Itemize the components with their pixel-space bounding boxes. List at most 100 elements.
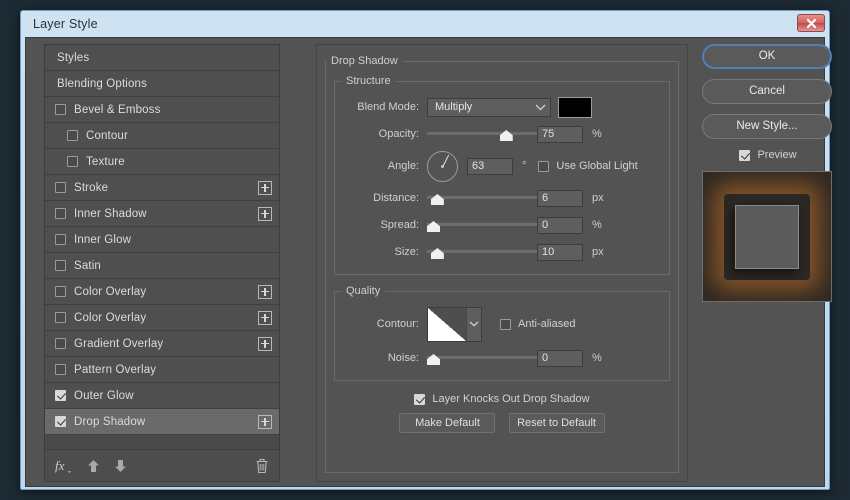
style-enable-checkbox[interactable]: [67, 156, 78, 167]
style-row-label: Inner Shadow: [74, 207, 147, 220]
style-enable-checkbox[interactable]: [67, 130, 78, 141]
layer-style-dialog: Layer Style Styles Blending Options Bevel …: [20, 10, 832, 490]
angle-dial[interactable]: [427, 150, 458, 182]
style-row-styles[interactable]: Styles: [45, 45, 279, 71]
preview-label: Preview: [757, 149, 797, 161]
style-enable-checkbox[interactable]: [55, 364, 66, 375]
anti-aliased-checkbox[interactable]: [500, 318, 511, 330]
add-effect-plus-icon[interactable]: [258, 284, 272, 299]
style-row-label: Color Overlay: [74, 311, 147, 324]
style-row-label: Outer Glow: [74, 389, 134, 402]
layer-knocks-out-checkbox[interactable]: [414, 393, 426, 405]
default-buttons-row: Make Default Reset to Default: [326, 413, 678, 433]
distance-row: Distance: 6 px: [341, 186, 663, 210]
style-enable-checkbox[interactable]: [55, 234, 66, 245]
style-enable-checkbox[interactable]: [55, 390, 66, 401]
contour-preview-icon: [428, 307, 466, 341]
blend-mode-select[interactable]: Multiply: [427, 97, 551, 117]
preview-thumbnail: [702, 171, 832, 302]
style-enable-checkbox[interactable]: [55, 416, 66, 427]
add-effect-plus-icon[interactable]: [258, 414, 272, 429]
style-enable-checkbox[interactable]: [55, 260, 66, 271]
style-enable-checkbox[interactable]: [55, 104, 66, 115]
style-row-color-overlay[interactable]: Color Overlay: [45, 305, 279, 331]
styles-panel: Styles Blending Options Bevel & Emboss Cont…: [44, 44, 280, 482]
effect-settings-panel: Drop Shadow Structure Blend Mode: Multip…: [316, 44, 688, 482]
add-effect-plus-icon[interactable]: [258, 206, 272, 221]
anti-aliased-label: Anti-aliased: [518, 318, 576, 330]
noise-slider[interactable]: [427, 349, 537, 367]
angle-input[interactable]: 63: [467, 157, 513, 175]
dialog-body: Styles Blending Options Bevel & Emboss Cont…: [25, 37, 832, 487]
style-row-label: Styles: [57, 51, 90, 64]
style-enable-checkbox[interactable]: [55, 286, 66, 297]
noise-label: Noise:: [387, 352, 419, 364]
style-enable-checkbox[interactable]: [55, 182, 66, 193]
chevron-down-icon: [469, 321, 479, 327]
style-enable-checkbox[interactable]: [55, 312, 66, 323]
new-style-button[interactable]: New Style...: [702, 114, 832, 139]
size-slider[interactable]: [427, 243, 537, 261]
knockout-row: Layer Knocks Out Drop Shadow: [414, 393, 590, 405]
contour-dropdown-button[interactable]: [466, 307, 481, 341]
size-input[interactable]: 10: [537, 243, 583, 261]
use-global-light-checkbox[interactable]: [538, 160, 550, 172]
add-effect-plus-icon[interactable]: [258, 180, 272, 195]
angle-unit: °: [522, 160, 527, 172]
style-row-inner-shadow[interactable]: Inner Shadow: [45, 201, 279, 227]
opacity-slider[interactable]: [427, 125, 537, 143]
distance-slider-track: [427, 195, 537, 199]
style-row-texture[interactable]: Texture: [45, 149, 279, 175]
style-row-color-overlay[interactable]: Color Overlay: [45, 279, 279, 305]
fx-icon[interactable]: fx: [55, 458, 73, 474]
svg-text:fx: fx: [55, 458, 65, 473]
style-row-label: Pattern Overlay: [74, 363, 157, 376]
style-row-label: Inner Glow: [74, 233, 132, 246]
ok-button[interactable]: OK: [702, 44, 832, 69]
style-row-outer-glow[interactable]: Outer Glow: [45, 383, 279, 409]
add-effect-plus-icon[interactable]: [258, 336, 272, 351]
shadow-color-swatch[interactable]: [558, 96, 592, 118]
distance-label: Distance:: [373, 192, 419, 204]
size-slider-track: [427, 249, 537, 253]
angle-dial-hub: [441, 164, 444, 168]
drop-shadow-group: Drop Shadow Structure Blend Mode: Multip…: [325, 55, 679, 473]
trash-icon[interactable]: [255, 458, 269, 474]
contour-row: Contour: Anti-aliased: [341, 305, 663, 343]
styles-toolbar: fx: [45, 449, 279, 481]
add-effect-plus-icon[interactable]: [258, 310, 272, 325]
style-row-label: Blending Options: [57, 77, 147, 90]
close-button[interactable]: [797, 14, 825, 32]
blend-mode-row: Blend Mode: Multiply: [341, 95, 663, 119]
style-row-satin[interactable]: Satin: [45, 253, 279, 279]
style-row-label: Bevel & Emboss: [74, 103, 161, 116]
spread-input[interactable]: 0: [537, 216, 583, 234]
style-row-gradient-overlay[interactable]: Gradient Overlay: [45, 331, 279, 357]
style-row-stroke[interactable]: Stroke: [45, 175, 279, 201]
arrow-down-icon[interactable]: [114, 459, 127, 473]
spread-slider[interactable]: [427, 216, 537, 234]
style-row-contour[interactable]: Contour: [45, 123, 279, 149]
style-row-bevel-emboss[interactable]: Bevel & Emboss: [45, 97, 279, 123]
make-default-button[interactable]: Make Default: [399, 413, 496, 433]
style-row-blending-options[interactable]: Blending Options: [45, 71, 279, 97]
style-row-drop-shadow[interactable]: Drop Shadow: [45, 409, 279, 435]
cancel-button[interactable]: Cancel: [702, 79, 832, 104]
styles-list[interactable]: Styles Blending Options Bevel & Emboss Cont…: [45, 45, 279, 449]
style-enable-checkbox[interactable]: [55, 208, 66, 219]
distance-input[interactable]: 6: [537, 189, 583, 207]
distance-slider[interactable]: [427, 189, 537, 207]
preview-checkbox[interactable]: [739, 149, 751, 161]
style-row-inner-glow[interactable]: Inner Glow: [45, 227, 279, 253]
style-enable-checkbox[interactable]: [55, 338, 66, 349]
noise-unit: %: [592, 352, 602, 364]
contour-picker[interactable]: [427, 306, 482, 342]
arrow-up-icon[interactable]: [87, 459, 100, 473]
reset-to-default-button[interactable]: Reset to Default: [508, 413, 605, 433]
opacity-input[interactable]: 75: [537, 125, 583, 143]
style-row-pattern-overlay[interactable]: Pattern Overlay: [45, 357, 279, 383]
noise-input[interactable]: 0: [537, 349, 583, 367]
style-row-label: Color Overlay: [74, 285, 147, 298]
style-row-label: Gradient Overlay: [74, 337, 164, 350]
noise-row: Noise: 0 %: [341, 346, 663, 370]
